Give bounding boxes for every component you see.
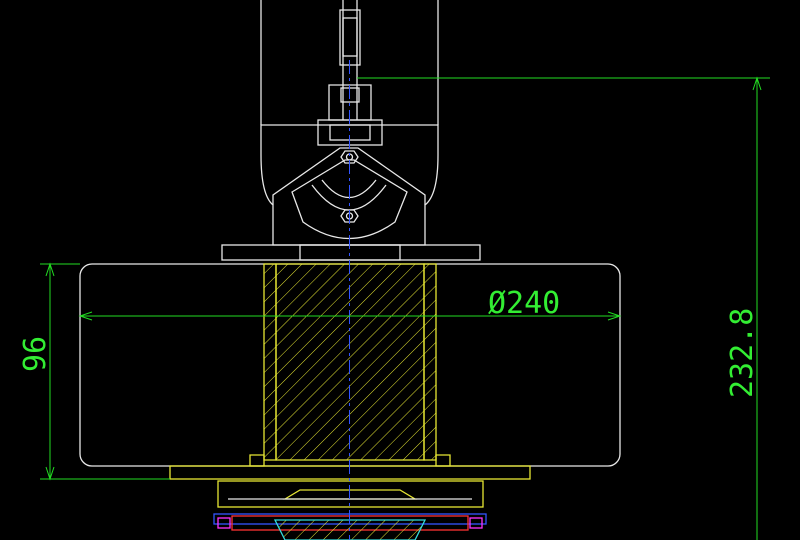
height-dimension-label: 96 [18, 336, 53, 372]
total-height-dimension-label: 232.8 [725, 308, 760, 398]
diameter-dimension-label: Ø240 [488, 286, 560, 321]
mount-frame [221, 0, 481, 261]
cad-drawing-canvas: Ø240 96 232.8 [18, 0, 770, 540]
